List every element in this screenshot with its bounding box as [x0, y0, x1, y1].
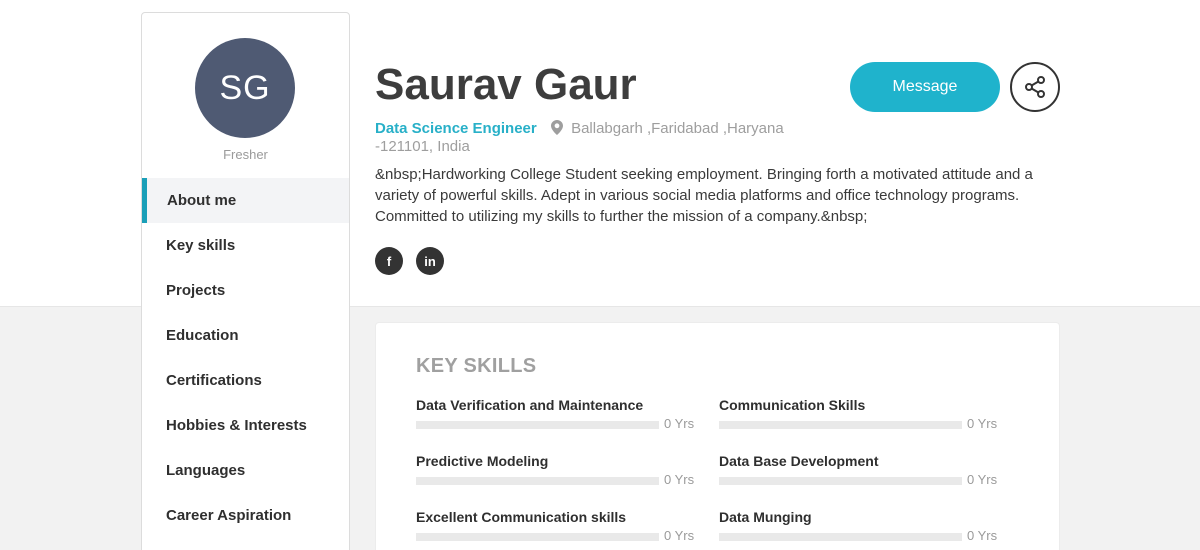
- skill-name: Predictive Modeling: [416, 453, 549, 469]
- skill-years: 0 Yrs: [664, 528, 695, 543]
- skill-name: Excellent Communication skills: [416, 509, 627, 525]
- skill-years: 0 Yrs: [967, 528, 998, 543]
- skill-years: 0 Yrs: [664, 472, 695, 487]
- job-location-line: Data Science Engineer Ballabgarh ,Farida…: [375, 120, 845, 156]
- skill-name: Data Munging: [719, 509, 812, 525]
- skill-years: 0 Yrs: [967, 472, 998, 487]
- skill-progress-bar: [719, 477, 962, 485]
- sidebar-item-career-aspiration[interactable]: Career Aspiration: [142, 493, 349, 538]
- location-pin-icon: [550, 120, 563, 135]
- share-icon: [1025, 76, 1045, 98]
- skill-item: Data Verification and Maintenance 0 Yrs: [416, 397, 695, 437]
- skill-item: Communication Skills 0 Yrs: [719, 397, 998, 437]
- avatar: SG: [195, 38, 295, 138]
- experience-status: Fresher: [223, 147, 268, 162]
- skill-item: Data Base Development 0 Yrs: [719, 453, 998, 493]
- profile-sidebar: SG Fresher About me Key skills Projects …: [141, 12, 350, 550]
- skill-years: 0 Yrs: [967, 416, 998, 431]
- skill-name: Communication Skills: [719, 397, 866, 413]
- profile-summary: &nbsp;Hardworking College Student seekin…: [375, 166, 1033, 225]
- social-links: f in: [375, 247, 444, 275]
- facebook-icon[interactable]: f: [375, 247, 403, 275]
- skill-progress-bar: [416, 477, 659, 485]
- sidebar-item-languages[interactable]: Languages: [142, 448, 349, 493]
- sidebar-item-projects[interactable]: Projects: [142, 268, 349, 313]
- skill-name: Data Base Development: [719, 453, 879, 469]
- skill-item: Predictive Modeling 0 Yrs: [416, 453, 695, 493]
- skill-name: Data Verification and Maintenance: [416, 397, 644, 413]
- sidebar-item-hobbies-interests[interactable]: Hobbies & Interests: [142, 403, 349, 448]
- key-skills-title: KEY SKILLS: [416, 355, 537, 377]
- sidebar-item-certifications[interactable]: Certifications: [142, 358, 349, 403]
- skill-item: Data Munging 0 Yrs: [719, 509, 998, 549]
- skill-years: 0 Yrs: [664, 416, 695, 431]
- sidebar-item-about-me[interactable]: About me: [142, 178, 349, 223]
- profile-name: Saurav Gaur: [375, 60, 637, 109]
- skill-progress-bar: [416, 421, 659, 429]
- job-title: Data Science Engineer: [375, 120, 537, 137]
- share-button[interactable]: [1010, 62, 1060, 112]
- sidebar-item-education[interactable]: Education: [142, 313, 349, 358]
- skill-progress-bar: [416, 533, 659, 541]
- skill-progress-bar: [719, 421, 962, 429]
- key-skills-card: KEY SKILLS Data Verification and Mainten…: [375, 322, 1060, 550]
- skill-item: Excellent Communication skills 0 Yrs: [416, 509, 695, 549]
- linkedin-icon[interactable]: in: [416, 247, 444, 275]
- section-nav: About me Key skills Projects Education C…: [142, 178, 349, 538]
- sidebar-item-key-skills[interactable]: Key skills: [142, 223, 349, 268]
- message-button[interactable]: Message: [850, 62, 1000, 112]
- skill-progress-bar: [719, 533, 962, 541]
